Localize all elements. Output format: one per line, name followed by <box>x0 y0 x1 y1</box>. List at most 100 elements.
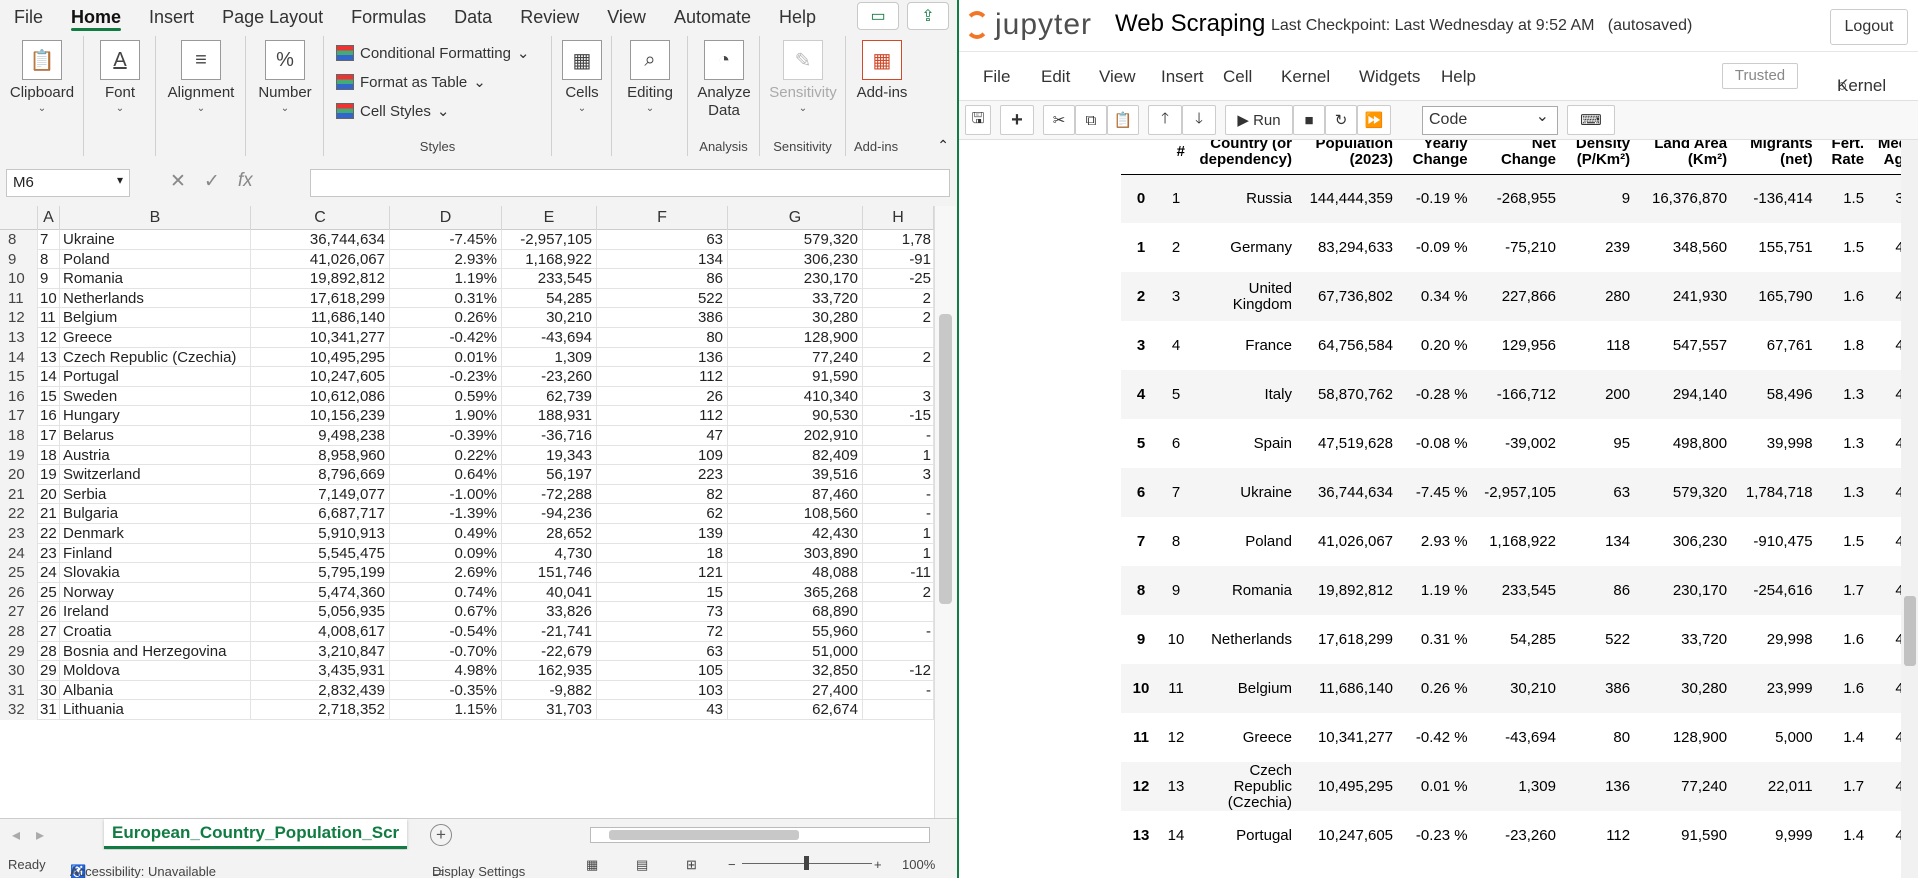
cell-h[interactable]: 3 <box>863 386 934 407</box>
cell-f[interactable]: 43 <box>597 700 728 720</box>
cell-b[interactable]: Netherlands <box>60 288 251 309</box>
conditional-formatting-button[interactable]: Conditional Formatting ⌄ <box>336 44 530 62</box>
cell-c[interactable]: 5,910,913 <box>251 524 390 544</box>
cell-f[interactable]: 112 <box>597 406 728 426</box>
cell-d[interactable]: 4.98% <box>390 661 502 681</box>
cell-e[interactable]: 33,826 <box>502 602 597 622</box>
cell-b[interactable]: Ukraine <box>60 230 251 250</box>
cell-a[interactable]: 15 <box>38 386 60 407</box>
cell-e[interactable]: 162,935 <box>502 661 597 681</box>
row-header[interactable]: 13 <box>0 328 38 348</box>
cells-button[interactable]: ▦ Cells ⌄ <box>558 40 606 114</box>
cell-d[interactable]: 0.64% <box>390 465 502 485</box>
cancel-icon[interactable]: ✕ <box>170 170 186 193</box>
alignment-button[interactable]: ≡ Alignment ⌄ <box>164 40 238 114</box>
cell-h[interactable]: 1,78 <box>863 230 934 250</box>
cell-f[interactable]: 73 <box>597 602 728 622</box>
cell-c[interactable]: 10,156,239 <box>251 406 390 426</box>
cell-a[interactable]: 21 <box>38 504 60 524</box>
cell-e[interactable]: 28,652 <box>502 524 597 544</box>
save-button[interactable]: 🖫 <box>965 105 991 135</box>
row-header[interactable]: 25 <box>0 563 38 583</box>
cell-c[interactable]: 11,686,140 <box>251 308 390 328</box>
cell-h[interactable]: - <box>863 484 934 505</box>
cell-h[interactable]: -12 <box>863 661 934 681</box>
restart-button[interactable]: ↻ <box>1325 105 1357 135</box>
cell-e[interactable]: 62,739 <box>502 386 597 407</box>
format-as-table-button[interactable]: Format as Table ⌄ <box>336 73 486 91</box>
cell-a[interactable]: 26 <box>38 602 60 622</box>
row-header[interactable]: 23 <box>0 524 38 544</box>
formula-input[interactable] <box>310 169 950 197</box>
editing-button[interactable]: ⌕ Editing ⌄ <box>618 40 682 114</box>
cell-h[interactable]: -15 <box>863 406 934 426</box>
tab-home[interactable]: Home <box>57 0 135 34</box>
cell-styles-button[interactable]: Cell Styles ⌄ <box>336 102 449 120</box>
row-header[interactable]: 9 <box>0 249 38 270</box>
cell-f[interactable]: 136 <box>597 347 728 368</box>
tab-file[interactable]: File <box>0 0 57 34</box>
cell-h[interactable]: 1 <box>863 445 934 466</box>
cell-b[interactable]: Bosnia and Herzegovina <box>60 641 251 662</box>
cell-g[interactable]: 27,400 <box>728 680 863 701</box>
cell-e[interactable]: 1,168,922 <box>502 249 597 270</box>
cell-d[interactable]: 1.19% <box>390 269 502 289</box>
cell-g[interactable]: 39,516 <box>728 465 863 485</box>
tab-page-layout[interactable]: Page Layout <box>208 0 337 34</box>
sheet-tab[interactable]: European_Country_Population_Scr <box>104 819 408 849</box>
cell-a[interactable]: 9 <box>38 269 60 289</box>
spreadsheet-grid[interactable]: ABCDEFGH 8 7 Ukraine 36,744,634 -7.45% -2,957… <box>0 206 934 818</box>
menu-insert[interactable]: Insert <box>1161 67 1204 87</box>
cell-d[interactable]: 0.22% <box>390 445 502 466</box>
cell-g[interactable]: 306,230 <box>728 249 863 270</box>
zoom-out-icon[interactable]: − <box>728 857 736 872</box>
cell-c[interactable]: 8,958,960 <box>251 445 390 466</box>
scroll-left-icon[interactable]: ◂ <box>12 825 20 845</box>
cell-h[interactable] <box>863 641 934 662</box>
cell-g[interactable]: 410,340 <box>728 386 863 407</box>
scroll-thumb[interactable] <box>939 314 952 604</box>
cell-f[interactable]: 103 <box>597 680 728 701</box>
sensitivity-button[interactable]: ✎ Sensitivity ⌄ <box>766 40 840 114</box>
zoom-slider-knob[interactable] <box>804 856 809 870</box>
row-header[interactable]: 22 <box>0 504 38 524</box>
cell-a[interactable]: 30 <box>38 680 60 701</box>
row-header[interactable]: 18 <box>0 426 38 446</box>
cell-h[interactable] <box>863 700 934 720</box>
cell-g[interactable]: 365,268 <box>728 582 863 603</box>
scroll-thumb[interactable] <box>1904 596 1916 666</box>
row-header[interactable]: 14 <box>0 347 38 368</box>
cell-d[interactable]: 0.26% <box>390 308 502 328</box>
cell-b[interactable]: Belarus <box>60 426 251 446</box>
column-header-d[interactable]: D <box>390 206 502 230</box>
row-header[interactable]: 24 <box>0 543 38 564</box>
cell-h[interactable]: - <box>863 426 934 446</box>
cell-b[interactable]: Hungary <box>60 406 251 426</box>
cell-g[interactable]: 90,530 <box>728 406 863 426</box>
cell-c[interactable]: 5,795,199 <box>251 563 390 583</box>
normal-view-icon[interactable]: ▦ <box>586 857 598 873</box>
cell-g[interactable]: 30,280 <box>728 308 863 328</box>
cell-g[interactable]: 68,890 <box>728 602 863 622</box>
clipboard-button[interactable]: 📋 Clipboard ⌄ <box>8 40 76 114</box>
page-layout-icon[interactable]: ▤ <box>636 857 648 873</box>
horizontal-scrollbar[interactable] <box>590 827 930 843</box>
row-header[interactable]: 20 <box>0 465 38 485</box>
cell-a[interactable]: 23 <box>38 543 60 564</box>
cell-g[interactable]: 108,560 <box>728 504 863 524</box>
cell-c[interactable]: 10,247,605 <box>251 367 390 387</box>
run-button[interactable]: ▶ Run <box>1225 105 1293 135</box>
move-down-button[interactable]: 🡓 <box>1182 105 1216 135</box>
cell-e[interactable]: -43,694 <box>502 328 597 348</box>
cell-h[interactable]: 2 <box>863 308 934 328</box>
cell-f[interactable]: 86 <box>597 269 728 289</box>
row-header[interactable]: 32 <box>0 700 38 720</box>
column-header-a[interactable]: A <box>38 206 60 230</box>
cell-e[interactable]: -22,679 <box>502 641 597 662</box>
row-header[interactable]: 16 <box>0 386 38 407</box>
cell-b[interactable]: Greece <box>60 328 251 348</box>
row-header[interactable]: 21 <box>0 484 38 505</box>
comments-button[interactable]: ▭ <box>857 2 899 30</box>
menu-edit[interactable]: Edit <box>1041 67 1070 87</box>
cell-g[interactable]: 32,850 <box>728 661 863 681</box>
